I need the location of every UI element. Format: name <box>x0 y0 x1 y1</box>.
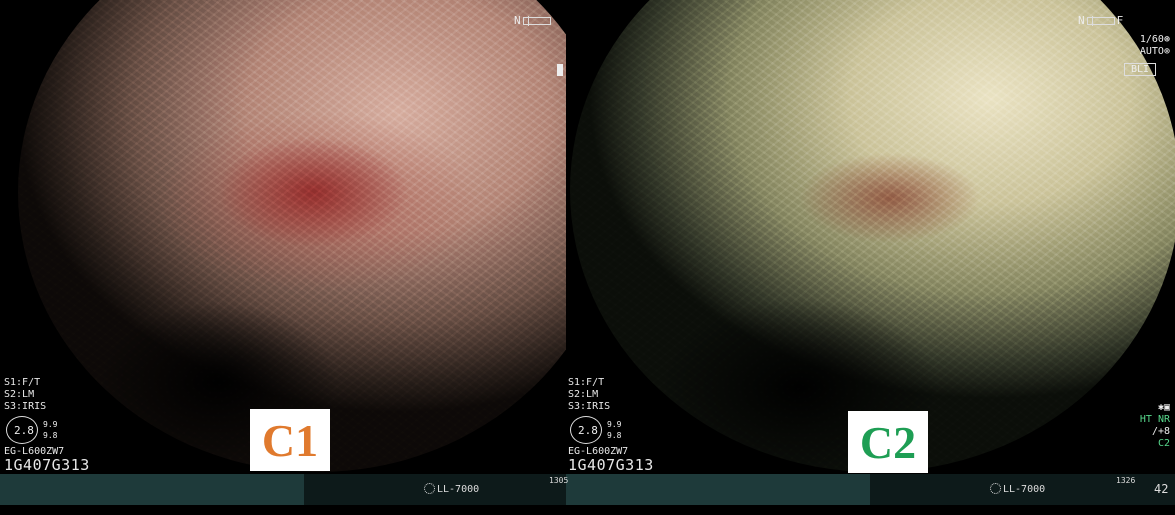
mode-s2: S2:LM <box>4 389 35 400</box>
exposure-row: AUTO⊚ <box>1118 46 1170 58</box>
camera-settings: 1/60⊛ AUTO⊚ <box>1118 34 1170 58</box>
mode-s2: S2:LM <box>568 389 599 400</box>
shutter-icon: ⊛ <box>1163 34 1170 45</box>
mode-settings: S1:F/T S2:LM S3:IRIS <box>4 377 46 413</box>
exposure-icon: ⊚ <box>1163 46 1170 57</box>
zoom-indicator-label: N <box>1078 14 1085 27</box>
scale-marker <box>557 64 563 76</box>
light-source-icon <box>424 483 435 494</box>
panel-label-c2-text: C2 <box>859 416 917 468</box>
mode-s1: S1:F/T <box>4 377 41 388</box>
processing-status: ✱▣ HT NR /+8 C2 <box>1114 402 1170 450</box>
gauge-value: 2.8 <box>14 424 34 437</box>
panel-label-c2: C2 <box>848 411 928 473</box>
status-color-mode: C2 <box>1157 438 1170 449</box>
page-number: 42 <box>1154 482 1169 496</box>
panel-label-c1: C1 <box>250 409 330 471</box>
endoscopic-image-white-light <box>18 0 566 472</box>
exposure-gauge: 2.8 9.9 9.8 <box>568 416 621 446</box>
frame-count-left: 1305 <box>549 476 569 485</box>
endoscopic-image-bli <box>570 0 1175 472</box>
status-ht-nr: HT NR <box>1139 414 1170 425</box>
mode-s3: S3:IRIS <box>568 401 611 412</box>
zoom-bar-icon <box>522 15 551 26</box>
light-source-label: LL-7000 <box>437 484 480 495</box>
scope-serial: 1G407G313 <box>4 456 90 474</box>
bar-segment-right <box>566 474 870 505</box>
panel-label-c1-text: C1 <box>261 414 319 466</box>
status-enhancement: /+8 <box>1151 426 1170 437</box>
gauge-side-top: 9.9 <box>607 420 622 429</box>
scope-serial: 1G407G313 <box>568 456 654 474</box>
mode-s3: S3:IRIS <box>4 401 47 412</box>
mode-s1: S1:F/T <box>568 377 605 388</box>
zoom-indicator: N F <box>1078 14 1123 27</box>
endoscopy-panel-c2: N F 1/60⊛ AUTO⊚ BLI S1:F/T S2:LM S3:IRIS… <box>566 0 1175 515</box>
exposure-gauge: 2.8 9.9 9.8 <box>4 416 57 446</box>
star-icon: ✱▣ <box>1157 402 1170 413</box>
gauge-value: 2.8 <box>578 424 598 437</box>
endoscopy-panel-c1: N S1:F/T S2:LM S3:IRIS 2.8 9.9 9.8 EG-L6… <box>0 0 566 515</box>
bli-mode-badge: BLI <box>1124 63 1157 76</box>
zoom-indicator-label: N <box>514 14 521 27</box>
light-source-left: LL-7000 <box>424 483 479 495</box>
zoom-indicator: N <box>514 14 551 27</box>
bar-segment-left <box>0 474 304 505</box>
zoom-end-label: F <box>1116 14 1124 27</box>
frame-count-right: 1326 <box>1116 476 1136 485</box>
light-source-icon <box>990 483 1001 494</box>
gauge-side-bottom: 9.8 <box>43 431 58 440</box>
shutter-speed: 1/60 <box>1139 34 1164 45</box>
mode-settings: S1:F/T S2:LM S3:IRIS <box>568 377 610 413</box>
exposure-mode: AUTO <box>1139 46 1164 57</box>
shutter-row: 1/60⊛ <box>1118 34 1170 46</box>
bottom-status-bar: LL-7000 1305 LL-7000 1326 42 <box>0 474 1175 505</box>
zoom-bar-icon <box>1086 15 1115 26</box>
light-source-label: LL-7000 <box>1003 484 1046 495</box>
gauge-side-top: 9.9 <box>43 420 58 429</box>
light-source-right: LL-7000 <box>990 483 1045 495</box>
gauge-side-bottom: 9.8 <box>607 431 622 440</box>
